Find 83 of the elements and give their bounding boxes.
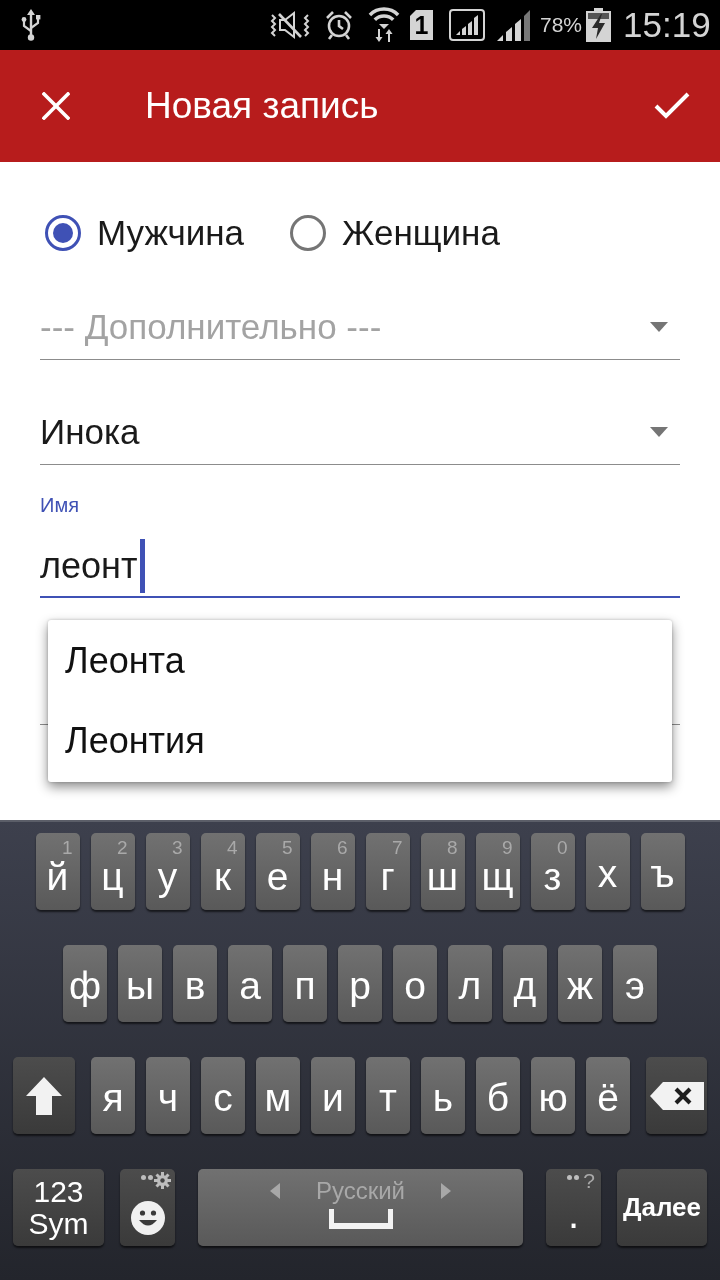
keyboard-key[interactable]: а: [228, 945, 272, 1022]
shift-icon: [26, 1076, 62, 1115]
key-hint: 1: [61, 838, 73, 858]
suggestion-item[interactable]: Леонта: [48, 621, 672, 701]
usb-icon: [20, 9, 42, 41]
key-hint: 5: [281, 838, 293, 858]
signal-icon: [497, 9, 530, 41]
keyboard-key[interactable]: ъ: [640, 833, 685, 910]
battery-percent: 78%: [540, 13, 583, 37]
keyboard-key[interactable]: 3 у: [145, 833, 190, 910]
backspace-icon: [649, 1080, 704, 1111]
dropdown[interactable]: Инока: [40, 395, 680, 465]
key-hint: 7: [391, 838, 403, 858]
dots-icon: [141, 1175, 153, 1180]
screen-title: Новая запись: [145, 85, 379, 127]
clock: 15:19: [623, 5, 711, 45]
check-icon[interactable]: [654, 92, 690, 120]
keyboard-key[interactable]: 8 ш: [420, 833, 465, 910]
shift-key[interactable]: [13, 1057, 75, 1134]
radio-button[interactable]: [44, 214, 82, 252]
keyboard-key[interactable]: и: [311, 1057, 355, 1134]
keyboard-key[interactable]: 5 е: [255, 833, 300, 910]
text-cursor-icon: [140, 539, 146, 593]
keyboard-key[interactable]: х: [585, 833, 630, 910]
alarm-icon: [325, 10, 353, 40]
period-key[interactable]: ? .: [546, 1169, 601, 1246]
keyboard-key[interactable]: 7 г: [365, 833, 410, 910]
key-hint: 4: [226, 838, 238, 858]
key-hint: 3: [171, 838, 183, 858]
keyboard-key[interactable]: п: [283, 945, 327, 1022]
suggestion-item[interactable]: Леонтия: [48, 701, 672, 781]
keyboard-key[interactable]: ё: [586, 1057, 630, 1134]
keyboard-key[interactable]: ф: [63, 945, 107, 1022]
keyboard-key[interactable]: т: [366, 1057, 410, 1134]
gear-icon: [154, 1172, 171, 1189]
keyboard-key[interactable]: э: [613, 945, 657, 1022]
backspace-key[interactable]: [646, 1057, 707, 1134]
keyboard-key[interactable]: ю: [531, 1057, 575, 1134]
keyboard-key[interactable]: в: [173, 945, 217, 1022]
radio-label[interactable]: Мужчина: [97, 213, 245, 253]
battery-charging-icon: [586, 8, 612, 42]
keyboard-key[interactable]: ч: [146, 1057, 190, 1134]
dots-icon: [567, 1175, 579, 1180]
key-hint: 6: [336, 838, 348, 858]
keyboard-key[interactable]: с: [201, 1057, 245, 1134]
keyboard-key[interactable]: д: [503, 945, 547, 1022]
keyboard-key[interactable]: л: [448, 945, 492, 1022]
caret-right-icon: [441, 1183, 452, 1199]
keyboard-key[interactable]: ж: [558, 945, 602, 1022]
keyboard-key[interactable]: о: [393, 945, 437, 1022]
smiley-icon: [130, 1200, 165, 1235]
key-hint: 0: [556, 838, 568, 858]
name-field[interactable]: Имя леонт: [40, 493, 680, 598]
key-hint: 8: [446, 838, 458, 858]
keyboard-key[interactable]: 1 й: [35, 833, 80, 910]
mute-icon: [268, 10, 312, 40]
keyboard-key[interactable]: 6 н: [310, 833, 355, 910]
keyboard-key[interactable]: 2 ц: [90, 833, 135, 910]
key-hint: 2: [116, 838, 128, 858]
keyboard-key[interactable]: р: [338, 945, 382, 1022]
radio-button[interactable]: [289, 214, 328, 252]
keyboard-key[interactable]: ь: [421, 1057, 465, 1134]
caret-left-icon: [269, 1183, 280, 1199]
keyboard-key[interactable]: м: [256, 1057, 300, 1134]
keyboard-key[interactable]: я: [91, 1057, 135, 1134]
keyboard-key[interactable]: 9 щ: [475, 833, 520, 910]
signal-icon: [449, 9, 485, 41]
keyboard-key[interactable]: б: [476, 1057, 520, 1134]
caret-down-icon: [650, 426, 668, 437]
next-key[interactable]: Далее: [617, 1169, 707, 1246]
space-bar-icon: [328, 1209, 393, 1229]
symbols-key[interactable]: 123 Sym: [13, 1169, 104, 1246]
keyboard-key[interactable]: 0 з: [530, 833, 575, 910]
sim-indicator: 1: [410, 10, 433, 40]
key-hint: ?: [583, 1170, 595, 1192]
radio-label[interactable]: Женщина: [342, 213, 500, 253]
key-hint: 9: [501, 838, 513, 858]
caret-down-icon: [650, 321, 668, 332]
keyboard-key[interactable]: ы: [118, 945, 162, 1022]
close-icon[interactable]: [42, 92, 70, 120]
keyboard-key[interactable]: 4 к: [200, 833, 245, 910]
emoji-key[interactable]: [120, 1169, 175, 1246]
wifi-icon: [366, 7, 402, 43]
